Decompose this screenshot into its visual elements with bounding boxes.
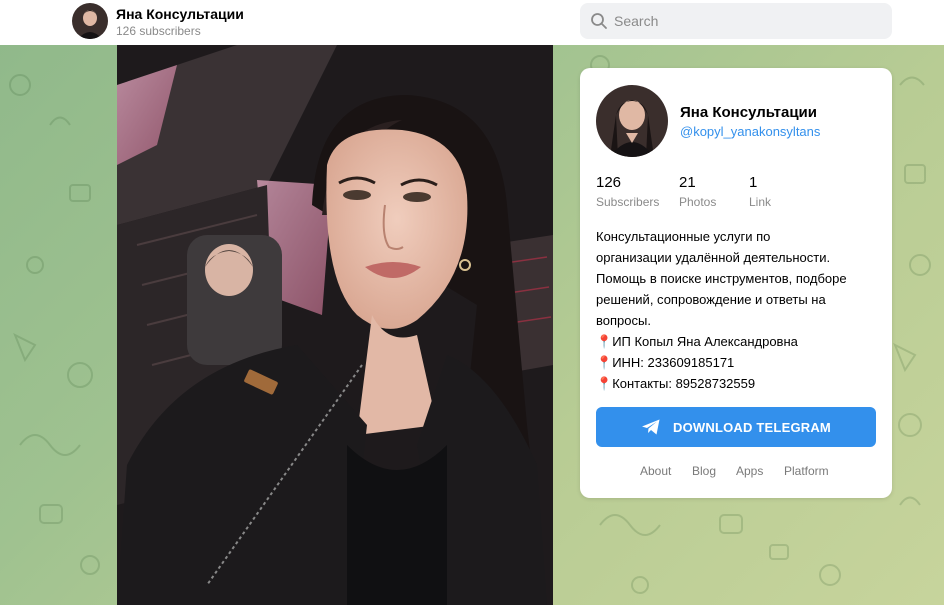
detail-line: 📍ИП Копыл Яна Александровна (596, 331, 886, 352)
detail-text: ИП Копыл Яна Александровна (612, 334, 798, 349)
footer-link-apps[interactable]: Apps (736, 464, 763, 478)
footer-link-platform[interactable]: Platform (784, 464, 829, 478)
telegram-plane-icon (642, 419, 660, 435)
card-avatar[interactable] (596, 85, 668, 157)
stat-value: 1 (749, 174, 758, 191)
search-icon (591, 13, 607, 29)
stat-value: 21 (679, 174, 696, 191)
subscriber-count: 126 subscribers (116, 24, 201, 38)
footer-link-about[interactable]: About (640, 464, 671, 478)
channel-description: Консультационные услуги по организации у… (596, 226, 886, 394)
stat-label: Link (749, 195, 772, 209)
description-line: Консультационные услуги по (596, 229, 771, 244)
description-line: Помощь в поиске инструментов, подборе (596, 271, 847, 286)
download-telegram-button[interactable]: DOWNLOAD TELEGRAM (596, 407, 876, 447)
stat-links[interactable]: 1 Link (749, 174, 771, 209)
detail-text: ИНН: 233609185171 (612, 355, 735, 370)
stat-subscribers[interactable]: 126 Subscribers (596, 174, 659, 209)
stat-label: Photos (679, 195, 717, 209)
card-channel-name: Яна Консультации (680, 104, 817, 121)
detail-line: 📍Контакты: 89528732559 (596, 373, 886, 394)
channel-handle-link[interactable]: @kopyl_yanakonsyltans (680, 124, 820, 139)
channel-photo[interactable] (117, 45, 553, 605)
search-box[interactable] (580, 3, 892, 39)
download-button-label: DOWNLOAD TELEGRAM (673, 419, 831, 435)
description-line: решений, сопровождение и ответы на (596, 292, 826, 307)
stat-photos[interactable]: 21 Photos (679, 174, 716, 209)
description-line: организации удалённой деятельности. (596, 250, 831, 265)
channel-avatar[interactable] (72, 3, 108, 39)
top-header: Яна Консультации 126 subscribers (0, 0, 944, 45)
stat-label: Subscribers (596, 195, 660, 209)
detail-text: Контакты: 89528732559 (612, 376, 756, 391)
footer-link-blog[interactable]: Blog (692, 464, 716, 478)
stat-value: 126 (596, 174, 622, 191)
channel-card: Яна Консультации @kopyl_yanakonsyltans 1… (580, 68, 892, 498)
search-input[interactable] (614, 3, 884, 39)
description-line: вопросы. (596, 313, 651, 328)
pin-icon: 📍 (596, 355, 613, 370)
pin-icon: 📍 (596, 376, 613, 391)
pin-icon: 📍 (596, 334, 613, 349)
detail-line: 📍ИНН: 233609185171 (596, 352, 886, 373)
channel-title: Яна Консультации (116, 6, 244, 22)
